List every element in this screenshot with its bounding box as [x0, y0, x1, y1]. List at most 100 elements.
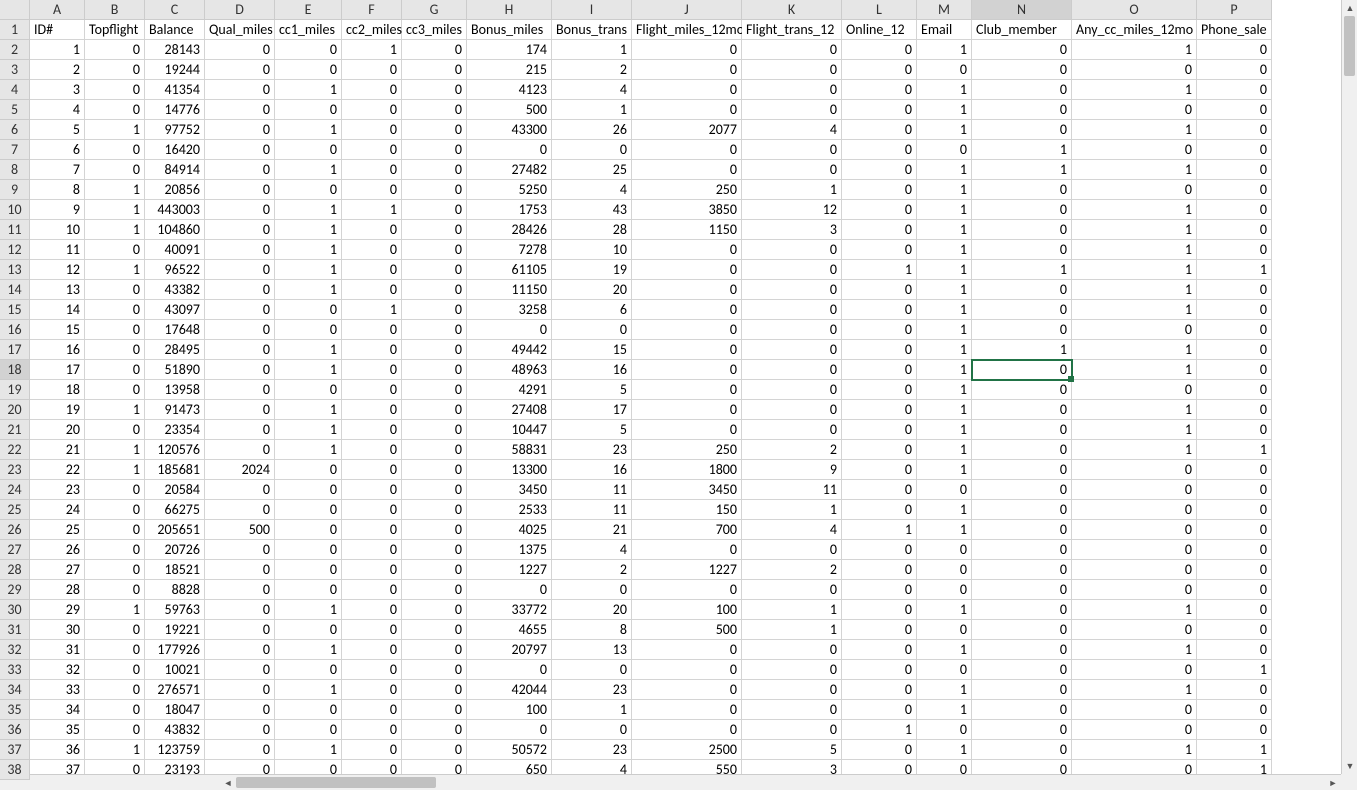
cell-A12[interactable]: 11	[30, 240, 85, 260]
cell-N19[interactable]: 0	[972, 380, 1072, 400]
row-header-38[interactable]: 38	[0, 760, 30, 780]
cell-H31[interactable]: 4655	[467, 620, 552, 640]
cell-K2[interactable]: 0	[742, 40, 842, 60]
cell-E29[interactable]: 0	[275, 580, 342, 600]
cell-C29[interactable]: 8828	[145, 580, 205, 600]
cell-E15[interactable]: 0	[275, 300, 342, 320]
cell-G36[interactable]: 0	[402, 720, 467, 740]
cell-D16[interactable]: 0	[205, 320, 275, 340]
cell-J24[interactable]: 3450	[632, 480, 742, 500]
cell-C35[interactable]: 18047	[145, 700, 205, 720]
cell-B13[interactable]: 1	[85, 260, 145, 280]
cell-K15[interactable]: 0	[742, 300, 842, 320]
cell-N10[interactable]: 0	[972, 200, 1072, 220]
cell-E3[interactable]: 0	[275, 60, 342, 80]
cell-J2[interactable]: 0	[632, 40, 742, 60]
cell-D31[interactable]: 0	[205, 620, 275, 640]
cell-M11[interactable]: 1	[917, 220, 972, 240]
cell-G20[interactable]: 0	[402, 400, 467, 420]
cell-K3[interactable]: 0	[742, 60, 842, 80]
cell-H24[interactable]: 3450	[467, 480, 552, 500]
cell-M32[interactable]: 1	[917, 640, 972, 660]
cell-G10[interactable]: 0	[402, 200, 467, 220]
cell-G31[interactable]: 0	[402, 620, 467, 640]
cell-J33[interactable]: 0	[632, 660, 742, 680]
cell-D36[interactable]: 0	[205, 720, 275, 740]
cell-L34[interactable]: 0	[842, 680, 917, 700]
cell-L21[interactable]: 0	[842, 420, 917, 440]
cell-I37[interactable]: 23	[552, 740, 632, 760]
cell-I2[interactable]: 1	[552, 40, 632, 60]
cell-F20[interactable]: 0	[342, 400, 402, 420]
cell-C9[interactable]: 20856	[145, 180, 205, 200]
cell-D11[interactable]: 0	[205, 220, 275, 240]
cell-F34[interactable]: 0	[342, 680, 402, 700]
cell-B6[interactable]: 1	[85, 120, 145, 140]
row-header-7[interactable]: 7	[0, 140, 30, 160]
cell-K36[interactable]: 0	[742, 720, 842, 740]
row-header-34[interactable]: 34	[0, 680, 30, 700]
cell-B7[interactable]: 0	[85, 140, 145, 160]
cell-E35[interactable]: 0	[275, 700, 342, 720]
cell-J19[interactable]: 0	[632, 380, 742, 400]
cell-N17[interactable]: 1	[972, 340, 1072, 360]
cell-B23[interactable]: 1	[85, 460, 145, 480]
cell-C2[interactable]: 28143	[145, 40, 205, 60]
cell-E20[interactable]: 1	[275, 400, 342, 420]
cell-O32[interactable]: 1	[1072, 640, 1197, 660]
cell-A6[interactable]: 5	[30, 120, 85, 140]
cell-P20[interactable]: 0	[1197, 400, 1272, 420]
cell-I34[interactable]: 23	[552, 680, 632, 700]
cell-C11[interactable]: 104860	[145, 220, 205, 240]
cell-F32[interactable]: 0	[342, 640, 402, 660]
cell-F6[interactable]: 0	[342, 120, 402, 140]
cell-L20[interactable]: 0	[842, 400, 917, 420]
cell-H20[interactable]: 27408	[467, 400, 552, 420]
cell-I5[interactable]: 1	[552, 100, 632, 120]
cell-M23[interactable]: 1	[917, 460, 972, 480]
column-header-N[interactable]: N	[972, 0, 1072, 20]
column-header-L[interactable]: L	[842, 0, 917, 20]
cell-E16[interactable]: 0	[275, 320, 342, 340]
cell-P15[interactable]: 0	[1197, 300, 1272, 320]
cell-H27[interactable]: 1375	[467, 540, 552, 560]
cell-D23[interactable]: 2024	[205, 460, 275, 480]
cell-J3[interactable]: 0	[632, 60, 742, 80]
cell-B22[interactable]: 1	[85, 440, 145, 460]
column-header-K[interactable]: K	[742, 0, 842, 20]
cell-N31[interactable]: 0	[972, 620, 1072, 640]
cell-C16[interactable]: 17648	[145, 320, 205, 340]
cell-M5[interactable]: 1	[917, 100, 972, 120]
cell-E36[interactable]: 0	[275, 720, 342, 740]
cell-L8[interactable]: 0	[842, 160, 917, 180]
cell-L36[interactable]: 1	[842, 720, 917, 740]
cell-N8[interactable]: 1	[972, 160, 1072, 180]
horizontal-scroll-track[interactable]	[236, 775, 1325, 790]
cell-A14[interactable]: 13	[30, 280, 85, 300]
cell-D30[interactable]: 0	[205, 600, 275, 620]
cell-C33[interactable]: 10021	[145, 660, 205, 680]
row-header-29[interactable]: 29	[0, 580, 30, 600]
cell-I10[interactable]: 43	[552, 200, 632, 220]
cell-I35[interactable]: 1	[552, 700, 632, 720]
cell-B18[interactable]: 0	[85, 360, 145, 380]
cell-E31[interactable]: 0	[275, 620, 342, 640]
cell-O22[interactable]: 1	[1072, 440, 1197, 460]
cell-E32[interactable]: 1	[275, 640, 342, 660]
cell-I19[interactable]: 5	[552, 380, 632, 400]
cell-B17[interactable]: 0	[85, 340, 145, 360]
cell-N20[interactable]: 0	[972, 400, 1072, 420]
cell-D14[interactable]: 0	[205, 280, 275, 300]
cell-P9[interactable]: 0	[1197, 180, 1272, 200]
cell-K4[interactable]: 0	[742, 80, 842, 100]
cell-K35[interactable]: 0	[742, 700, 842, 720]
cell-K19[interactable]: 0	[742, 380, 842, 400]
cell-L33[interactable]: 0	[842, 660, 917, 680]
cell-C20[interactable]: 91473	[145, 400, 205, 420]
cell-J22[interactable]: 250	[632, 440, 742, 460]
cell-G27[interactable]: 0	[402, 540, 467, 560]
cell-A27[interactable]: 26	[30, 540, 85, 560]
cell-J36[interactable]: 0	[632, 720, 742, 740]
cell-M27[interactable]: 0	[917, 540, 972, 560]
row-header-16[interactable]: 16	[0, 320, 30, 340]
